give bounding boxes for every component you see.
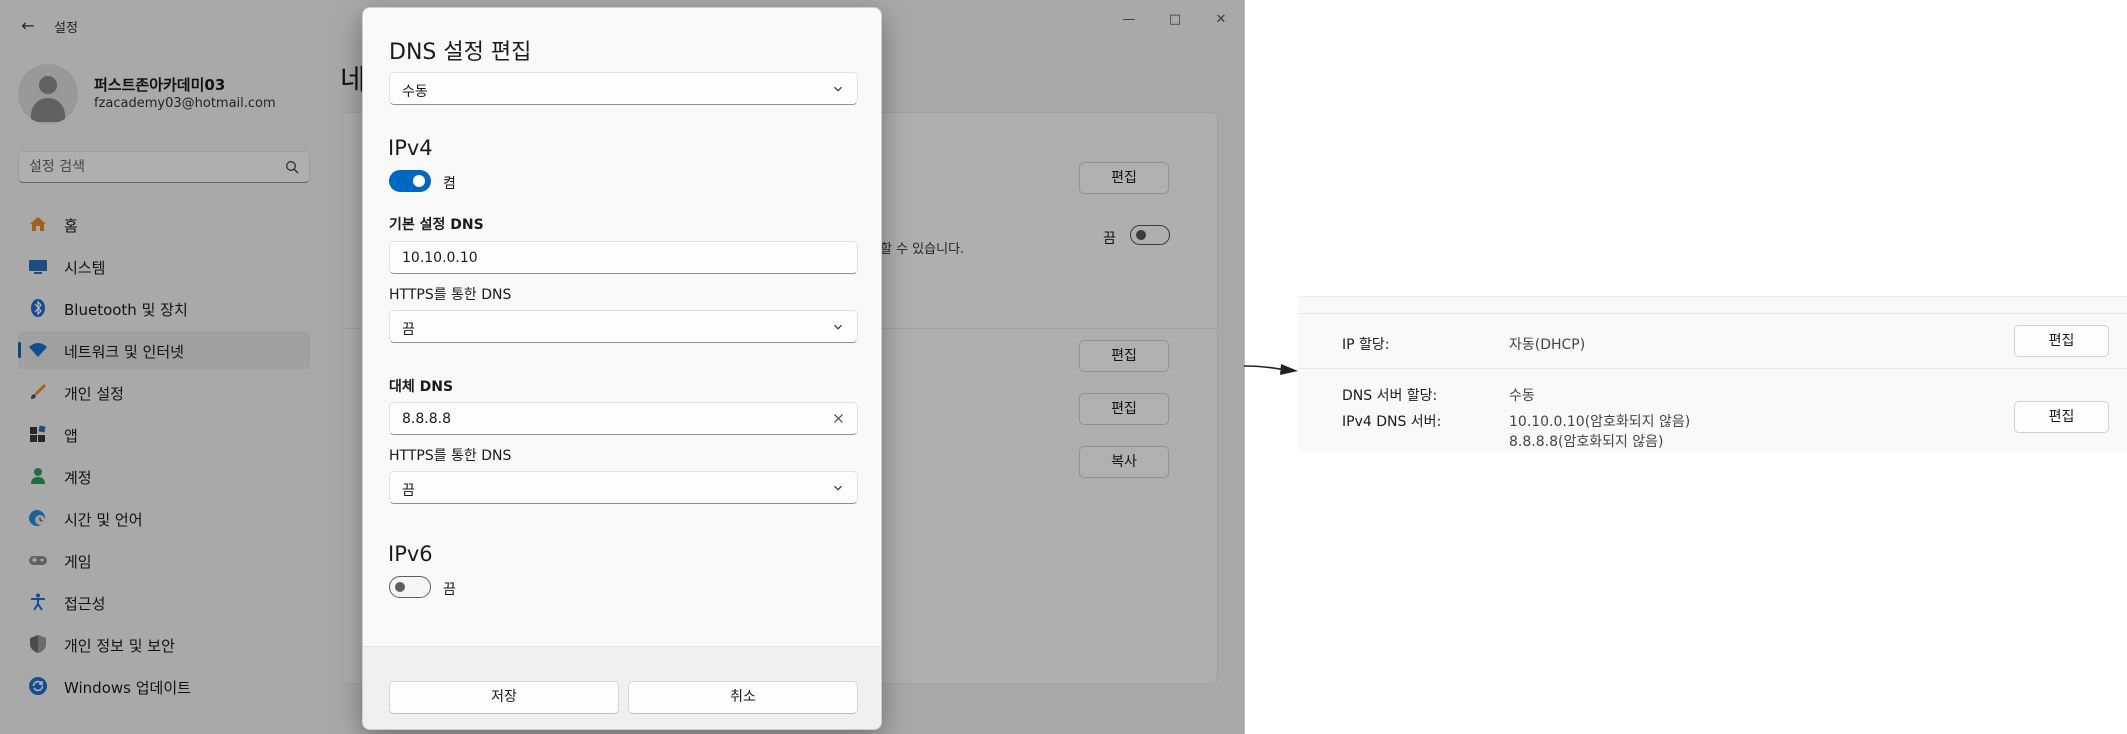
ipv4-toggle[interactable] [389,170,431,192]
preferred-doh-label: HTTPS를 통한 DNS [389,287,512,303]
ipv4-dns-label: IPv4 DNS 서버: [1342,414,1442,430]
ipv6-section-title: IPv6 [388,542,433,566]
preferred-dns-field[interactable]: 10.10.0.10 [389,241,858,274]
ipv6-toggle-state: 끔 [443,582,456,598]
ipv4-dns-value-primary: 10.10.0.10(암호화되지 않음) [1509,414,1691,430]
alternate-dns-value: 8.8.8.8 [402,411,451,427]
dns-mode-value: 수동 [402,84,428,100]
cancel-button[interactable]: 취소 [628,681,858,714]
chevron-down-icon [834,86,842,92]
alternate-doh-value: 끔 [402,483,415,499]
alternate-doh-label: HTTPS를 통한 DNS [389,448,512,464]
chevron-down-icon [834,485,842,491]
ip-assignment-value: 자동(DHCP) [1509,337,1586,353]
clear-icon[interactable] [832,412,845,425]
dns-mode-select[interactable]: 수동 [389,72,858,105]
ipv4-toggle-state: 켬 [443,176,456,192]
divider [1298,368,2127,369]
alternate-doh-select[interactable]: 끔 [389,471,858,504]
alternate-dns-label: 대체 DNS [389,379,454,395]
arrow-connector [1243,364,1298,375]
save-button[interactable]: 저장 [389,681,619,714]
dns-result-panel: IP 할당: 자동(DHCP) 편집 DNS 서버 할당: 수동 IPv4 DN… [1298,296,2127,452]
preferred-dns-value: 10.10.0.10 [402,250,478,266]
ipv4-dns-value-secondary: 8.8.8.8(암호화되지 않음) [1509,434,1664,450]
ipv4-section-title: IPv4 [388,136,433,160]
dns-assignment-value: 수동 [1509,388,1535,404]
dns-assignment-label: DNS 서버 할당: [1342,388,1438,404]
preferred-doh-value: 끔 [402,322,415,338]
chevron-down-icon [834,324,842,330]
divider [1298,313,2127,314]
dns-edit-button[interactable]: 편집 [2014,401,2109,433]
ip-edit-button[interactable]: 편집 [2014,325,2109,357]
alternate-dns-field[interactable]: 8.8.8.8 [389,402,858,435]
preferred-doh-select[interactable]: 끔 [389,310,858,343]
ip-assignment-label: IP 할당: [1342,337,1390,353]
ipv6-toggle[interactable] [389,576,431,598]
dns-settings-dialog: DNS 설정 편집 수동 IPv4 켬 기본 설정 DNS 10.10.0.10… [362,7,882,730]
stage: ← 설정 — □ ✕ 퍼스트존아카데미03 fzacademy03@hotmai… [0,0,2127,734]
preferred-dns-label: 기본 설정 DNS [389,217,484,233]
dialog-footer: 저장 취소 [363,646,881,729]
dialog-title: DNS 설정 편집 [389,40,532,65]
